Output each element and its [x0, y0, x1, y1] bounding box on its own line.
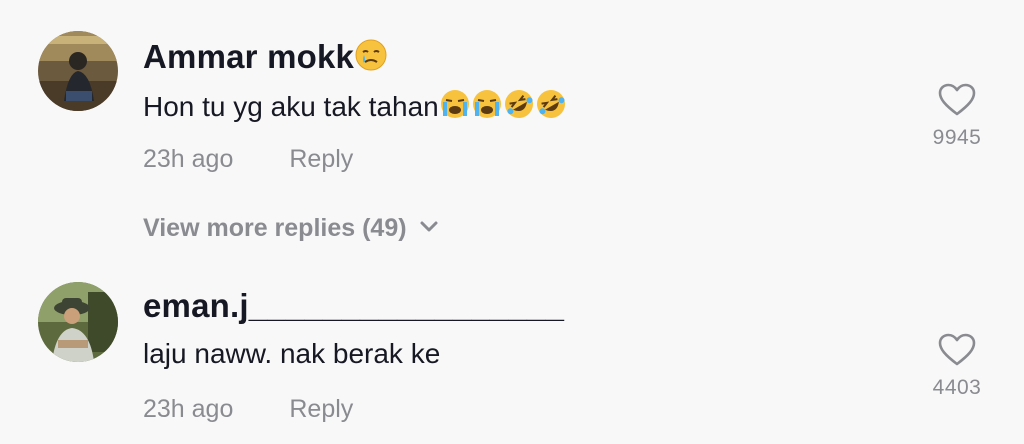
loudly-crying-face-icon [439, 88, 471, 127]
comment-text-content: Hon tu yg aku tak tahan [143, 91, 439, 122]
rolling-laughing-icon [535, 88, 567, 127]
heart-outline-icon[interactable] [938, 83, 976, 117]
view-more-replies-button[interactable]: View more replies (49) [143, 214, 439, 243]
avatar[interactable] [38, 282, 118, 362]
rolling-laughing-icon [503, 88, 535, 127]
view-more-label: View more replies (49) [143, 214, 407, 242]
username-text[interactable]: Ammar mokk [143, 38, 354, 75]
comment-meta: 23h ago Reply [143, 145, 353, 174]
comment-username[interactable]: eman.j_________________ [143, 287, 564, 325]
avatar[interactable] [38, 31, 118, 111]
comment-text: Hon tu yg aku tak tahan [143, 88, 567, 127]
like-count: 4403 [932, 376, 982, 399]
comment-text: laju naww. nak berak ke [143, 338, 441, 369]
like-group: 9945 [920, 83, 994, 150]
heart-outline-icon[interactable] [938, 333, 976, 367]
reply-button[interactable]: Reply [289, 145, 353, 173]
loudly-crying-face-icon [471, 88, 503, 127]
like-count: 9945 [932, 126, 982, 149]
comment-time: 23h ago [143, 145, 234, 173]
like-group: 4403 [920, 333, 994, 400]
comment-time: 23h ago [143, 395, 234, 423]
chevron-down-icon [420, 221, 438, 232]
crying-face-icon [354, 38, 388, 80]
comment-username[interactable]: Ammar mokk [143, 38, 388, 80]
reply-button[interactable]: Reply [289, 395, 353, 423]
comment-meta: 23h ago Reply [143, 395, 353, 424]
